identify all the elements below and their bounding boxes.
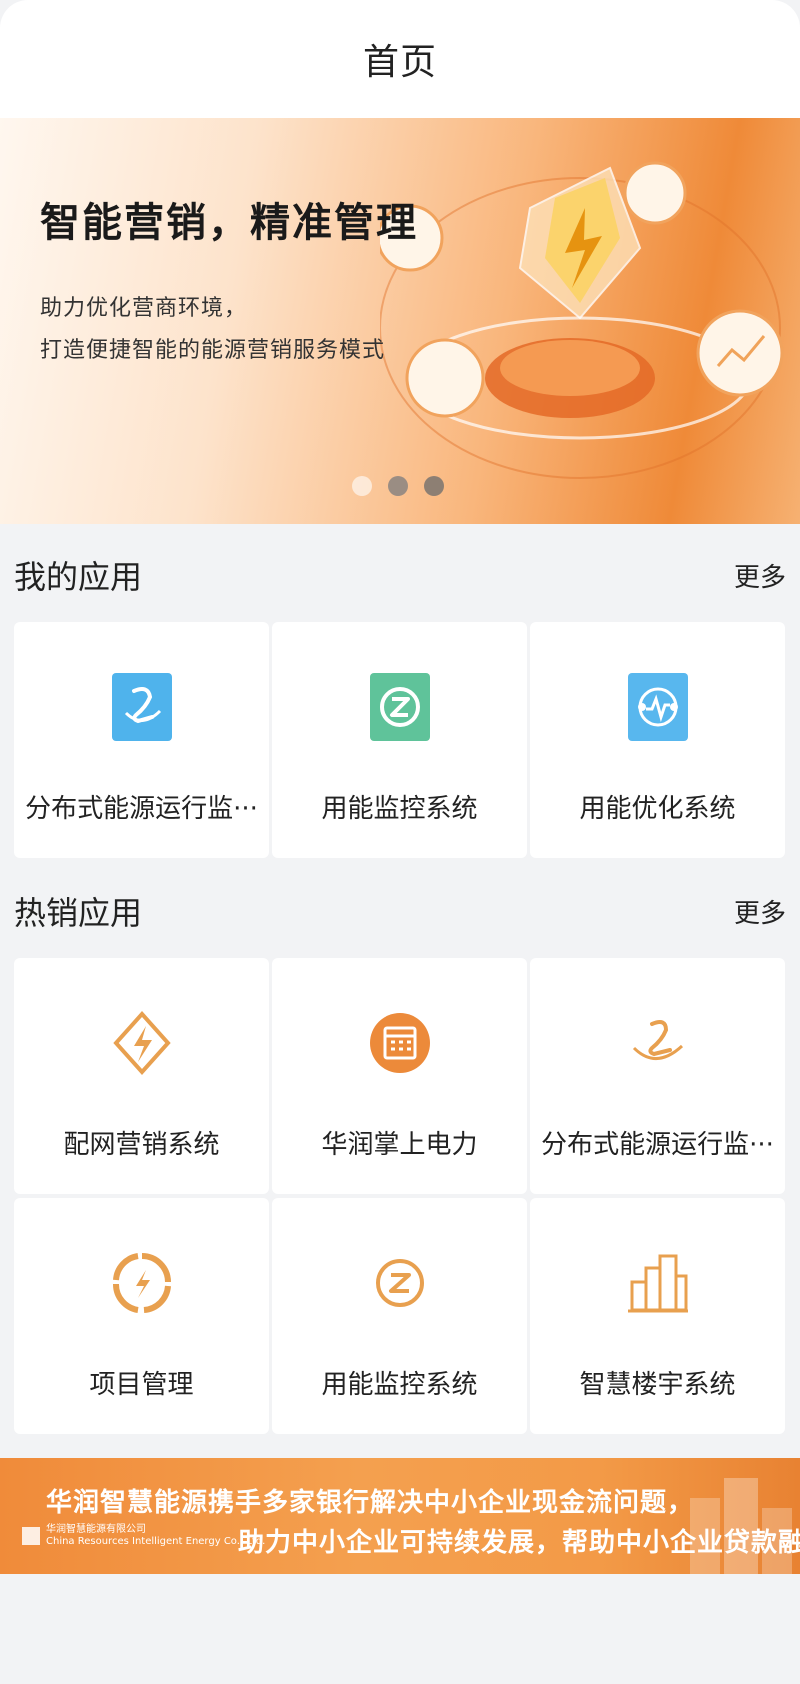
lightning-diamond-icon [110, 1008, 174, 1078]
carousel-dot-active[interactable] [388, 476, 408, 496]
ad-company: 华润智慧能源有限公司 China Resources Intelligent E… [22, 1524, 265, 1548]
app-label: 分布式能源运行监··· [541, 1130, 774, 1160]
app-tile[interactable]: 用能监控系统 [272, 1198, 527, 1434]
my-apps-grid: 分布式能源运行监··· 用能监控系统 用能优化系统 [14, 622, 786, 858]
app-label: 配网营销系统 [63, 1130, 220, 1160]
app-tile[interactable]: 用能监控系统 [272, 622, 527, 858]
app-label: 分布式能源运行监··· [25, 794, 258, 824]
more-button[interactable]: 更多 [734, 557, 786, 594]
company-logo [22, 1527, 40, 1545]
energy-illustration [380, 161, 784, 479]
app-tile[interactable]: 配网营销系统 [14, 958, 269, 1194]
banner-subtitle-line1: 助力优化营商环境， [40, 296, 248, 321]
section-title: 热销应用 [14, 894, 143, 932]
app-label: 用能监控系统 [321, 1370, 478, 1400]
app-tile[interactable]: 华润掌上电力 [272, 958, 527, 1194]
app-label: 智慧楼宇系统 [579, 1370, 736, 1400]
carousel-dot[interactable] [424, 476, 444, 496]
energy-optimize-icon [626, 672, 690, 742]
energy-monitor-icon [368, 1248, 432, 1318]
energy-monitor-icon [368, 672, 432, 742]
more-button[interactable]: 更多 [734, 893, 786, 930]
ad-banner[interactable]: 华润智慧能源携手多家银行解决中小企业现金流问题， 华润智慧能源有限公司 Chin… [0, 1458, 800, 1574]
app-tile[interactable]: 用能优化系统 [530, 622, 785, 858]
banner-title: 智能营销，精准管理 [40, 200, 418, 246]
distributed-energy-icon [626, 1008, 690, 1078]
app-tile[interactable]: 项目管理 [14, 1198, 269, 1434]
ad-headline: 华润智慧能源携手多家银行解决中小企业现金流问题， [46, 1488, 695, 1518]
calendar-icon [368, 1008, 432, 1078]
page-title: 首页 [362, 42, 437, 83]
app-label: 用能优化系统 [579, 794, 736, 824]
hot-apps-grid: 配网营销系统 华润掌上电力 分布式能源运行监··· 项目管理 用能监控系统 智慧… [14, 958, 786, 1434]
app-tile[interactable]: 智慧楼宇系统 [530, 1198, 785, 1434]
building-icon [626, 1248, 690, 1318]
project-icon [110, 1248, 174, 1318]
ad-subline: 助力中小企业可持续发展，帮助中小企业贷款融资。 [238, 1528, 800, 1558]
section-title: 我的应用 [14, 558, 143, 596]
app-tile[interactable]: 分布式能源运行监··· [14, 622, 269, 858]
app-label: 项目管理 [89, 1370, 194, 1400]
company-name-en: China Resources Intelligent Energy Co., … [46, 1536, 266, 1547]
carousel-dot[interactable] [352, 476, 372, 496]
promo-carousel[interactable]: 智能营销，精准管理 助力优化营商环境， 打造便捷智能的能源营销服务模式 [0, 118, 800, 524]
banner-subtitle-line2: 打造便捷智能的能源营销服务模式 [40, 338, 386, 363]
app-label: 华润掌上电力 [321, 1130, 478, 1160]
top-bar: 首页 [0, 0, 800, 118]
my-apps-header: 我的应用 更多 [0, 550, 800, 600]
hot-apps-header: 热销应用 更多 [0, 886, 800, 936]
company-name-cn: 华润智慧能源有限公司 [46, 1524, 146, 1535]
distributed-energy-icon [110, 672, 174, 742]
app-label: 用能监控系统 [321, 794, 478, 824]
carousel-indicator [352, 476, 444, 496]
app-tile[interactable]: 分布式能源运行监··· [530, 958, 785, 1194]
